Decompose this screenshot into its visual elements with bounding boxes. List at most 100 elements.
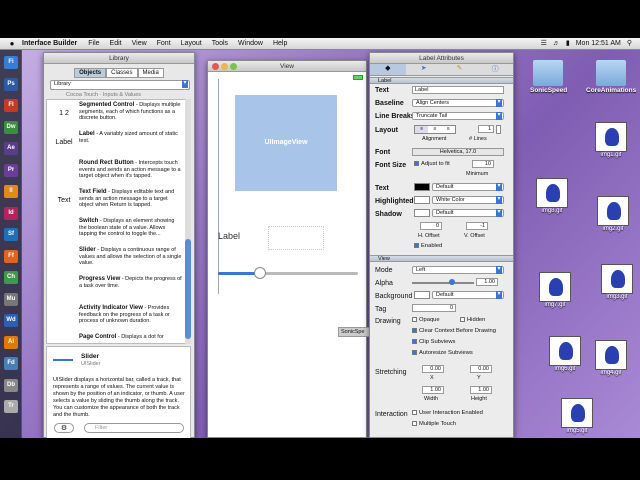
desktop-file-img8[interactable]: img8.gif (535, 178, 569, 214)
textcolor-popup[interactable]: Default (432, 183, 504, 191)
alpha-slider[interactable] (412, 282, 474, 284)
dock-app-icon[interactable]: Id (4, 206, 18, 220)
lines-stepper[interactable] (496, 125, 501, 134)
hoffset-field[interactable]: 0 (420, 222, 442, 230)
sonicspeed-tab[interactable]: SonicSpe (338, 327, 370, 337)
clip-subviews-checkbox[interactable]: Clip Subviews (412, 339, 455, 345)
desktop-file-img5[interactable]: img5.gif (560, 398, 594, 434)
apple-icon[interactable]: ● (6, 39, 18, 48)
battery-icon[interactable]: ▮ (566, 39, 570, 47)
menu-font[interactable]: Font (157, 40, 171, 47)
library-item[interactable]: Progress View - Depicts the progress of … (53, 276, 183, 306)
highlighted-popup[interactable]: White Color (432, 196, 504, 204)
alpha-slider-thumb[interactable] (449, 279, 455, 285)
textcolor-swatch[interactable] (414, 183, 430, 191)
library-titlebar[interactable]: Library (44, 53, 194, 64)
desktop-file-img1[interactable]: img1.gif (594, 122, 628, 158)
desktop-file-img3[interactable]: img3.gif (600, 264, 634, 300)
dock-app-icon[interactable]: Ps (4, 77, 18, 91)
library-item[interactable]: 1 2 Segmented Control - Displays multiple… (53, 102, 183, 132)
opaque-checkbox-box[interactable] (412, 317, 417, 322)
minimize-icon[interactable] (221, 63, 228, 70)
size-tab-icon[interactable]: ✎ (442, 64, 478, 75)
desktop-folder-coreanimations[interactable]: CoreAnimations (586, 60, 636, 94)
autoresize-checkbox[interactable]: Autoresize Subviews (412, 350, 473, 356)
desktop-file-img2[interactable]: img2.gif (596, 196, 630, 232)
clear-context-checkbox[interactable]: Clear Context Before Drawing (412, 328, 496, 334)
multiple-touch-box[interactable] (412, 421, 417, 426)
adjust-checkbox-box[interactable] (414, 161, 419, 166)
dock-app-icon[interactable]: Fl (4, 99, 18, 112)
dock-app-icon[interactable]: Wd (4, 314, 18, 327)
library-item[interactable]: Switch - Displays an element showing the… (53, 218, 183, 248)
multiple-touch-checkbox[interactable]: Multiple Touch (412, 421, 456, 427)
shadow-popup[interactable]: Default (432, 209, 504, 217)
dock-app-icon[interactable]: Mu (4, 292, 18, 306)
dock-app-icon[interactable]: Db (4, 378, 18, 392)
identity-tab-icon[interactable]: ⓘ (477, 64, 513, 75)
highlighted-swatch[interactable] (414, 196, 430, 204)
zoom-icon[interactable] (230, 63, 237, 70)
connections-tab-icon[interactable]: ➤ (406, 64, 442, 75)
view-titlebar[interactable]: View (208, 61, 366, 72)
dock-app-icon[interactable]: Pr (4, 163, 18, 177)
attributes-titlebar[interactable]: Label Attributes (370, 53, 513, 64)
hidden-checkbox[interactable]: Hidden (460, 317, 485, 323)
enabled-checkbox-box[interactable] (414, 243, 419, 248)
tag-field[interactable]: 0 (412, 304, 456, 312)
desktop-folder-sonicspeed[interactable]: SonicSpeed (530, 60, 567, 94)
menu-file[interactable]: File (88, 40, 99, 47)
clear-checkbox-box[interactable] (412, 328, 417, 333)
dock-app-icon[interactable]: Ff (4, 249, 18, 263)
enabled-checkbox[interactable]: Enabled (414, 243, 442, 249)
menu-view[interactable]: View (132, 40, 147, 47)
spotlight-icon[interactable]: ⚲ (627, 39, 632, 47)
volume-icon[interactable]: ♬ (553, 40, 560, 47)
user-interaction-box[interactable] (412, 410, 417, 415)
dock-app-icon[interactable]: Fi (4, 56, 18, 69)
dock-app-icon[interactable]: Dw (4, 120, 18, 134)
library-item[interactable]: Label Label - A variably sized amount of … (53, 131, 183, 161)
shadow-swatch[interactable] (414, 209, 430, 217)
menu-window[interactable]: Window (238, 40, 263, 47)
background-swatch[interactable] (414, 291, 430, 299)
desktop-file-img7[interactable]: img7.gif (538, 272, 572, 308)
text-field[interactable]: Label (412, 86, 504, 94)
desktop-file-img6[interactable]: img6.gif (548, 336, 582, 372)
view-section-header[interactable]: View (370, 255, 513, 262)
align-center-icon[interactable]: ≡ (428, 126, 442, 133)
desktop-file-img4[interactable]: img4.gif (594, 340, 628, 376)
attributes-tab-icon[interactable]: ◆ (370, 64, 406, 75)
uiimageview[interactable]: UIImageView (235, 95, 337, 191)
tab-classes[interactable]: Classes (106, 68, 138, 78)
baseline-popup[interactable]: Align Centers (412, 99, 504, 107)
user-interaction-checkbox[interactable]: User Interaction Enabled (412, 410, 483, 416)
opaque-checkbox[interactable]: Opaque (412, 317, 440, 323)
linebreaks-popup[interactable]: Truncate Tail (412, 112, 504, 120)
library-item[interactable]: Text Text Field - Displays editable text … (53, 189, 183, 219)
menu-edit[interactable]: Edit (110, 40, 122, 47)
dock-app-icon[interactable]: Fd (4, 357, 18, 370)
dock-app-icon[interactable]: Tr (4, 400, 18, 413)
adjust-to-fit-checkbox[interactable]: Adjust to fit (414, 161, 450, 167)
alpha-field[interactable]: 1.00 (476, 278, 498, 286)
library-item[interactable]: Page Control - Displays a dot for (53, 334, 183, 343)
library-item[interactable]: Activity Indicator View - Provides feedb… (53, 305, 183, 335)
label-section-header[interactable]: Label (370, 77, 513, 84)
dock-app-icon[interactable]: Ai (4, 335, 18, 349)
wifi-icon[interactable]: ☰ (541, 39, 547, 47)
library-scroll-thumb[interactable] (185, 239, 191, 339)
minimum-field[interactable]: 10 (472, 160, 494, 168)
dock-app-icon[interactable]: Il (4, 185, 18, 198)
autoresize-checkbox-box[interactable] (412, 350, 417, 355)
library-filter-field[interactable]: Filter (84, 423, 184, 433)
font-field[interactable]: Helvetica, 17.0 (412, 148, 504, 156)
library-source-popup[interactable]: Library (50, 80, 190, 90)
app-menu[interactable]: Interface Builder (22, 40, 77, 47)
background-popup[interactable]: Default (432, 291, 504, 299)
mode-popup[interactable]: Left (412, 266, 504, 274)
dock-app-icon[interactable]: Ch (4, 271, 18, 284)
hidden-checkbox-box[interactable] (460, 317, 465, 322)
library-scrollbar[interactable] (185, 99, 191, 344)
library-gear-button[interactable]: ⚙ (54, 423, 74, 433)
